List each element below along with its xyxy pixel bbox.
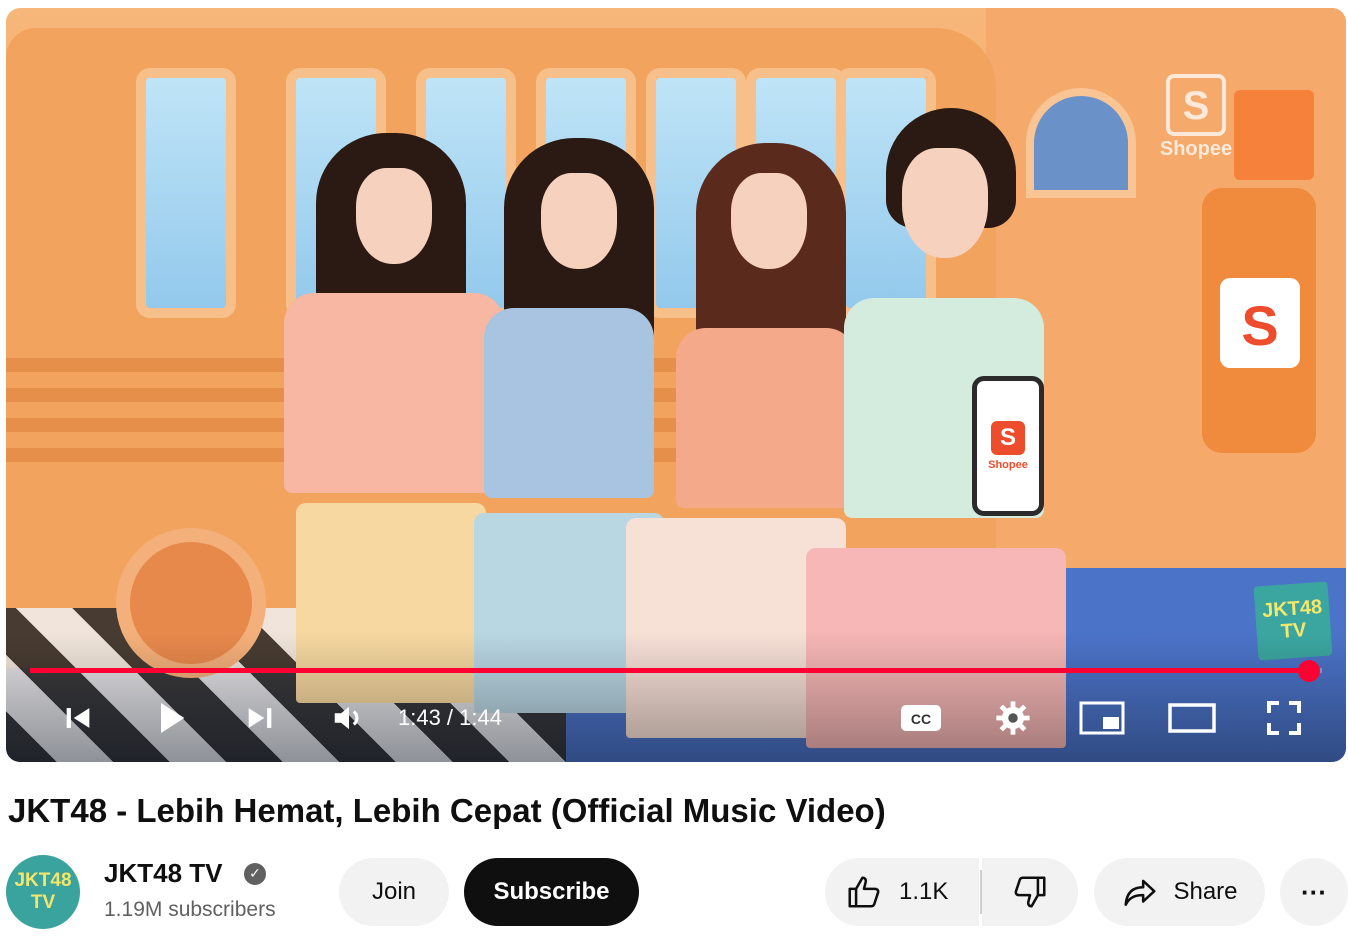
fullscreen-button[interactable] [1256,696,1312,740]
play-icon [161,703,185,733]
join-button[interactable]: Join [339,858,449,926]
video-player[interactable]: S S Shopee S Shopee JKT48 TV 1:43 / 1:44… [6,8,1346,762]
thumbs-down-icon [1014,876,1046,908]
thumbs-up-icon [848,876,880,908]
skip-previous-icon [66,708,90,728]
subscriber-count: 1.19M subscribers [104,898,276,921]
controls-gradient [6,632,1346,762]
shopee-watermark: S Shopee [1156,74,1236,161]
share-button[interactable]: Share [1094,858,1265,926]
channel-avatar[interactable]: JKT48 TV [6,855,80,929]
miniplayer-button[interactable] [1074,696,1130,740]
shopee-bag-icon: S [1220,278,1300,368]
share-icon [1124,879,1156,906]
shopee-bag-icon: S [1166,74,1226,136]
scene-bottle-cap [1234,90,1314,180]
captions-button[interactable]: CC [896,696,946,740]
subscribe-button[interactable]: Subscribe [464,858,639,926]
settings-button[interactable] [988,696,1038,740]
progress-scrubber[interactable] [1298,660,1320,682]
play-button[interactable] [146,696,196,740]
volume-icon [334,706,359,730]
time-display: 1:43 / 1:44 [398,705,502,730]
share-label: Share [1173,878,1238,905]
previous-button[interactable] [56,696,100,740]
more-actions-button[interactable]: ··· [1280,858,1348,926]
captions-icon: CC [901,705,941,731]
progress-bar[interactable] [30,660,1322,682]
svg-text:CC: CC [911,711,931,727]
progress-played [30,668,1309,673]
next-button[interactable] [238,696,282,740]
video-title: JKT48 - Lebih Hemat, Lebih Cepat (Offici… [8,792,886,829]
volume-button[interactable] [324,696,374,740]
dislike-button[interactable] [982,858,1078,926]
miniplayer-icon [1079,701,1125,735]
shopee-watermark-label: Shopee [1159,138,1233,160]
gear-icon [996,701,1030,735]
verified-badge-icon: ✓ [244,863,266,885]
like-count: 1.1K [899,878,949,905]
scene-arched-window [1026,88,1136,198]
shopee-app-icon: S [991,421,1025,455]
theater-mode-button[interactable] [1164,696,1220,740]
shopee-app-label: Shopee [988,459,1028,471]
shopee-phone: S Shopee [972,376,1044,516]
like-button[interactable]: 1.1K [825,858,979,926]
channel-name[interactable]: JKT48 TV [104,858,223,889]
skip-next-icon [248,708,272,728]
theater-mode-icon [1168,703,1216,733]
fullscreen-icon [1267,701,1301,735]
